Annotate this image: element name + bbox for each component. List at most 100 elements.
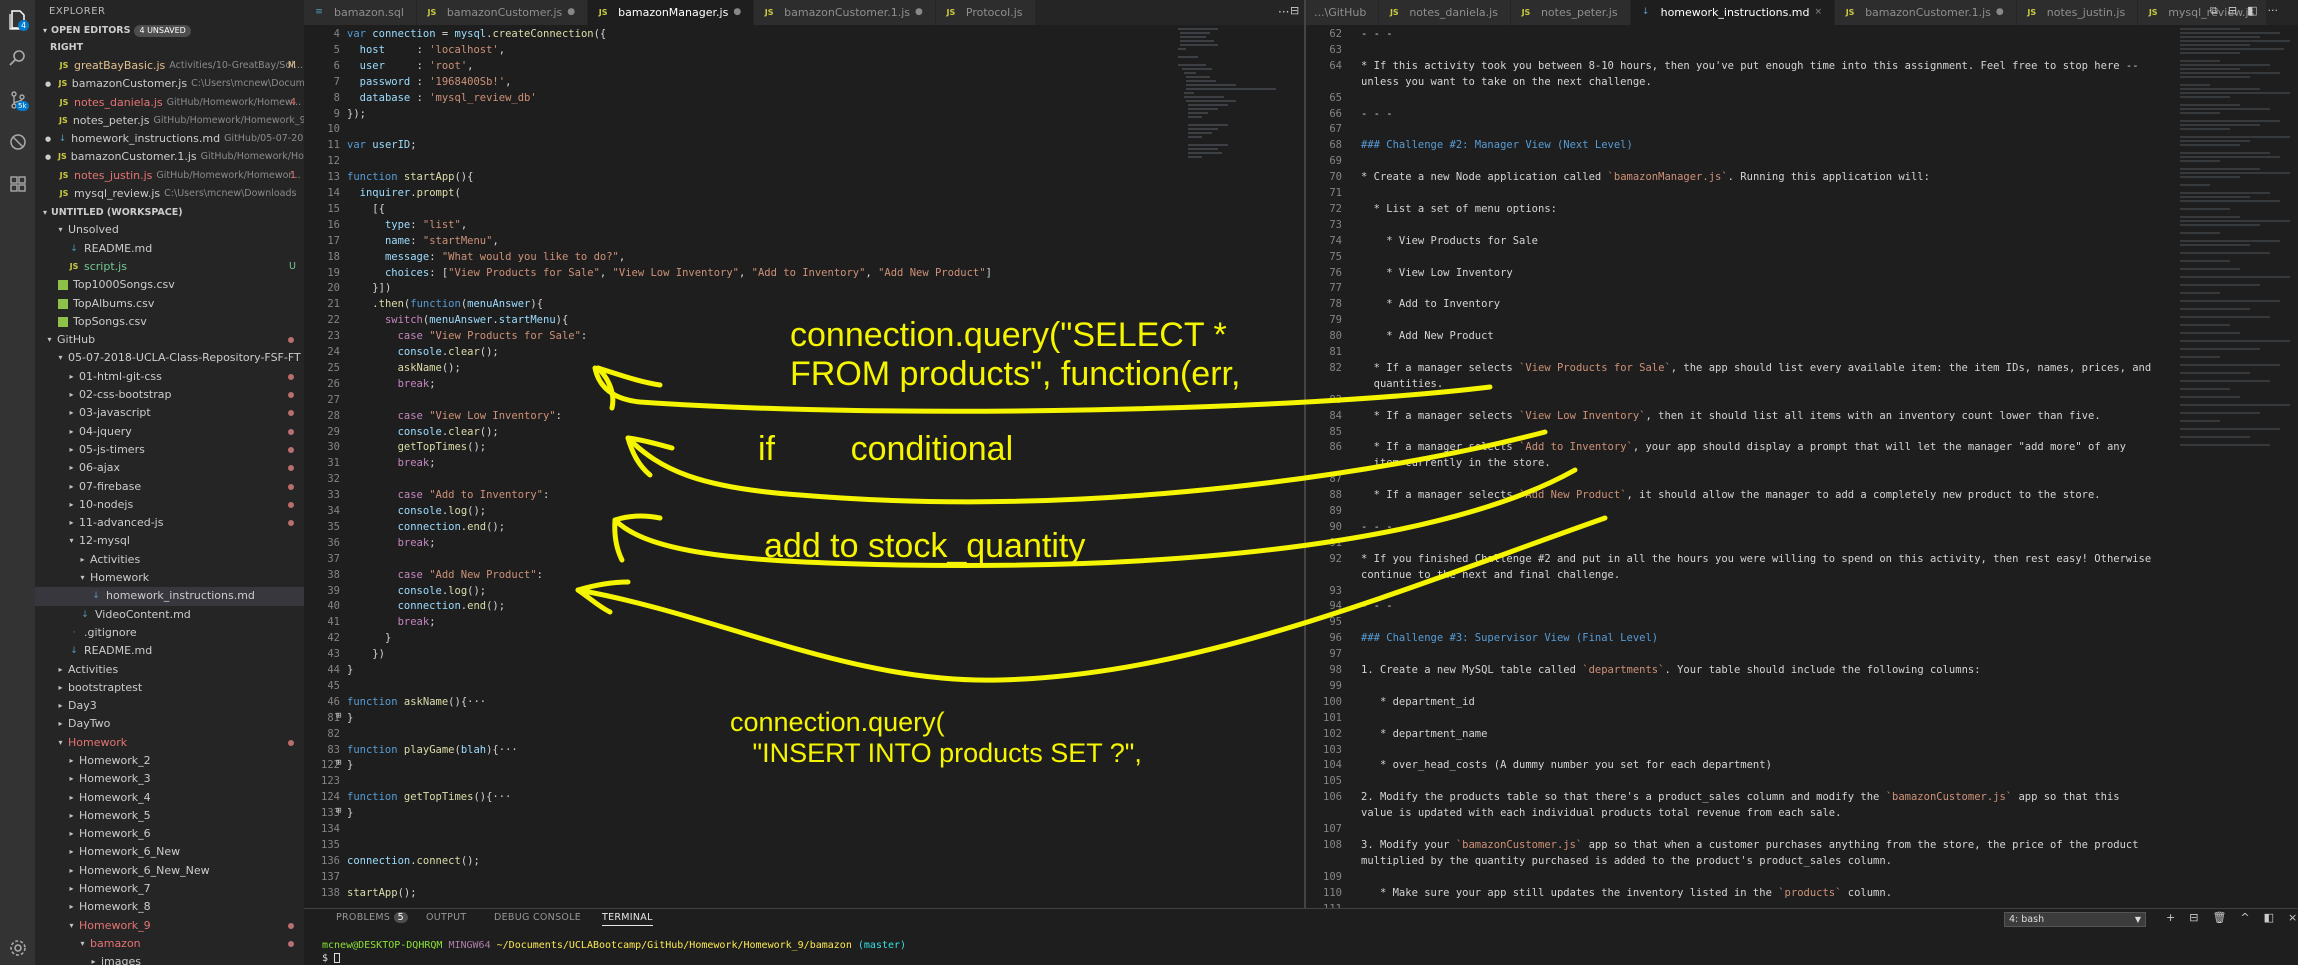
settings-gear-icon[interactable] — [6, 936, 30, 960]
open-editor-item[interactable]: JS greatBayBasic.js Activities/10-GreatBay… — [35, 57, 304, 75]
split-editor-icon[interactable]: ⊟ — [1290, 4, 1299, 17]
trash-icon[interactable]: 🗑 — [2212, 911, 2226, 924]
tree-file[interactable]: · .gitignore — [35, 624, 304, 642]
toggle-icon[interactable]: ◧ — [2247, 4, 2257, 18]
chevron-right-icon: ▸ — [58, 682, 63, 692]
tree-folder[interactable]: ▸ Homework_2 — [35, 752, 304, 770]
tree-folder[interactable]: ▸ Homework_4 — [35, 789, 304, 807]
tree-folder[interactable]: ▾ 05-07-2018-UCLA-Class-Repository-FSF-FT — [35, 349, 304, 367]
files-icon[interactable]: 4 — [6, 8, 30, 32]
line-number: 34 — [327, 505, 340, 517]
output-tab[interactable]: OUTPUT — [426, 912, 467, 923]
tree-folder[interactable]: ▸ 06-ajax — [35, 459, 304, 477]
problems-tab[interactable]: PROBLEMS 5 — [336, 912, 408, 923]
editor-tab[interactable]: ↓ homework_instructions.md × — [1630, 0, 1836, 25]
open-editor-item[interactable]: ● ↓ homework_instructions.md GitHub/05-07-2… — [35, 130, 304, 148]
tree-folder[interactable]: ▸ 10-nodejs — [35, 496, 304, 514]
debug-console-tab[interactable]: DEBUG CONSOLE — [494, 912, 581, 923]
tree-file[interactable]: ↓ homework_instructions.md — [35, 587, 304, 606]
open-editor-item[interactable]: JS notes_peter.js GitHub/Homework/Homework… — [35, 112, 304, 130]
more-actions-icon[interactable]: ··· — [1278, 5, 1289, 19]
tree-folder[interactable]: ▸ 03-javascript — [35, 404, 304, 422]
tree-folder[interactable]: ▸ Homework_8 — [35, 898, 304, 916]
minimap-right[interactable] — [2178, 25, 2296, 525]
tree-item-label: Homework_9 — [79, 918, 151, 932]
open-editor-item[interactable]: JS mysql_review.js C:\Users\mcnew\Download… — [35, 185, 304, 203]
tree-folder[interactable]: ▸ Day3 — [35, 697, 304, 715]
editor-tab[interactable]: JS Protocol.js — [935, 0, 1036, 25]
workspace-header[interactable]: ▾ UNTITLED (WORKSPACE) — [35, 205, 304, 221]
split-editor-right-icon[interactable]: ⊟ — [2228, 4, 2237, 18]
tree-file[interactable]: Top1000Songs.csv — [35, 276, 304, 294]
tree-folder[interactable]: ▸ Homework_7 — [35, 880, 304, 898]
editor-tab[interactable]: JS bamazonCustomer.1.js ● — [1835, 0, 2017, 25]
terminal-select[interactable]: 4: bash ▼ — [2004, 912, 2146, 927]
source-control-icon[interactable]: 5k — [6, 88, 30, 112]
tree-folder[interactable]: ▸ 05-js-timers — [35, 441, 304, 459]
tree-folder[interactable]: ▸ bootstraptest — [35, 679, 304, 697]
tree-folder[interactable]: ▾ Homework — [35, 569, 304, 587]
tree-folder[interactable]: ▾ bamazon — [35, 935, 304, 953]
tree-folder[interactable]: ▸ DayTwo — [35, 715, 304, 733]
tree-folder[interactable]: ▸ Activities — [35, 661, 304, 679]
tree-file[interactable]: JS script.js U — [35, 258, 304, 276]
tree-folder[interactable]: ▾ GitHub — [35, 331, 304, 349]
tree-folder[interactable]: ▸ Homework_6_New — [35, 843, 304, 861]
tree-folder[interactable]: ▾ Homework — [35, 734, 304, 752]
editor-tab[interactable]: ...\GitHub — [1306, 0, 1380, 25]
fold-expand-icon[interactable]: ⊞ — [336, 711, 341, 721]
tree-file[interactable]: TopAlbums.csv — [35, 295, 304, 313]
editor-tab[interactable]: JS bamazonManager.js ● — [588, 0, 755, 25]
more-actions-icon[interactable]: ··· — [2267, 4, 2278, 18]
csv-file-icon — [58, 317, 68, 327]
editor-tab[interactable]: JS notes_daniela.js — [1379, 0, 1511, 25]
terminal-input-line[interactable]: $ — [322, 953, 341, 964]
extensions-icon[interactable] — [6, 172, 30, 196]
tree-folder[interactable]: ▸ 04-jquery — [35, 423, 304, 441]
chevron-right-icon: ▸ — [58, 701, 63, 711]
tree-folder[interactable]: ▾ Homework_9 — [35, 917, 304, 935]
tree-folder[interactable]: ▸ 01-html-git-css — [35, 368, 304, 386]
editor-tab[interactable]: JS bamazonCustomer.1.js ● — [754, 0, 936, 25]
chevron-up-icon[interactable]: ^ — [2240, 911, 2249, 924]
editor-tab[interactable]: JS notes_justin.js — [2016, 0, 2139, 25]
terminal-prompt-line[interactable]: mcnew@DESKTOP-DQHRQM MINGW64 ~/Documents… — [322, 940, 906, 951]
tree-file[interactable]: ↓ README.md — [35, 642, 304, 660]
tree-file[interactable]: ↓ README.md — [35, 240, 304, 258]
tree-folder[interactable]: ▾ 12-mysql — [35, 532, 304, 550]
open-editor-item[interactable]: JS notes_justin.js GitHub/Homework/Homewor… — [35, 167, 304, 185]
tree-folder[interactable]: ▸ Homework_3 — [35, 770, 304, 788]
tree-folder[interactable]: ▾ Unsolved — [35, 221, 304, 239]
close-icon[interactable]: × — [2288, 911, 2297, 924]
editor-tab[interactable]: ≡ bamazon.sql — [304, 0, 417, 25]
tree-file[interactable]: TopSongs.csv — [35, 313, 304, 331]
tree-folder[interactable]: ▸ Homework_5 — [35, 807, 304, 825]
tree-folder[interactable]: ▸ 11-advanced-js — [35, 514, 304, 532]
tree-folder[interactable]: ▸ Activities — [35, 551, 304, 569]
terminal-tab[interactable]: TERMINAL — [602, 912, 653, 926]
split-terminal-icon[interactable]: ⊟ — [2189, 911, 2198, 924]
search-icon[interactable] — [6, 46, 30, 70]
fold-expand-icon[interactable]: ⊞ — [336, 758, 341, 768]
tree-file[interactable]: ↓ VideoContent.md — [35, 606, 304, 624]
tree-folder[interactable]: ▸ 02-css-bootstrap — [35, 386, 304, 404]
editor-tab[interactable]: JS notes_peter.js — [1510, 0, 1631, 25]
open-editor-item[interactable]: ● JS bamazonCustomer.js C:\Users\mcnew\Docu… — [35, 75, 304, 93]
new-terminal-icon[interactable]: + — [2166, 911, 2175, 924]
maximize-icon[interactable]: ◧ — [2264, 911, 2274, 924]
unsaved-dot-icon: ● — [1995, 7, 2004, 17]
open-editors-header[interactable]: ▾ OPEN EDITORS 4 UNSAVED — [35, 23, 304, 39]
tree-folder[interactable]: ▸ Homework_6_New_New — [35, 862, 304, 880]
open-editor-item[interactable]: ● JS bamazonCustomer.1.js GitHub/Homework/H… — [35, 148, 304, 166]
open-preview-icon[interactable]: ⧉ — [2210, 4, 2218, 18]
editor-tab[interactable]: JS bamazonCustomer.js ● — [416, 0, 589, 25]
fold-expand-icon[interactable]: ⊞ — [336, 806, 341, 816]
tree-folder[interactable]: ▸ images — [35, 953, 304, 965]
tree-folder[interactable]: ▸ 07-firebase — [35, 478, 304, 496]
close-icon[interactable]: × — [1815, 0, 1823, 25]
open-editor-item[interactable]: JS notes_daniela.js GitHub/Homework/Homew.… — [35, 94, 304, 112]
tree-folder[interactable]: ▸ Homework_6 — [35, 825, 304, 843]
debug-icon[interactable] — [6, 130, 30, 154]
markdown-editor-homework-instructions[interactable]: 62 - - - 63 64 * If this activity took you b… — [1306, 25, 2298, 908]
minimap[interactable] — [1174, 25, 1284, 185]
